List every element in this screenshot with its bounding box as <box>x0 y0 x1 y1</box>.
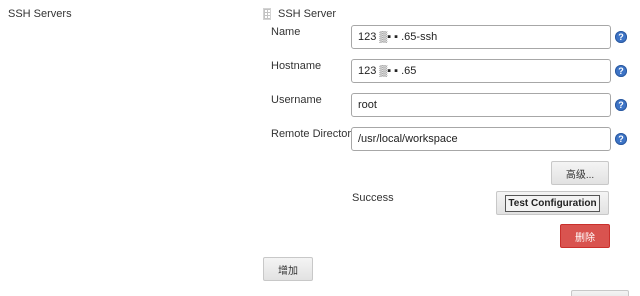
username-label: Username <box>271 94 322 106</box>
help-icon[interactable]: ? <box>615 99 627 111</box>
remote-directory-input[interactable]: /usr/local/workspace <box>351 127 611 151</box>
help-icon[interactable]: ? <box>615 133 627 145</box>
advanced-button[interactable]: 高级... <box>551 161 609 185</box>
ssh-server-header: SSH Server <box>263 8 336 20</box>
remote-directory-label: Remote Directory <box>271 128 357 140</box>
add-button[interactable]: 增加 <box>263 257 313 281</box>
section-label: SSH Servers <box>8 8 72 20</box>
grip-icon[interactable] <box>263 8 271 20</box>
ssh-server-title: SSH Server <box>278 8 337 20</box>
test-configuration-label: Test Configuration <box>505 194 600 212</box>
name-input[interactable]: 123 ▒▪ ▪ .65-ssh <box>351 25 611 49</box>
partial-bottom-button[interactable] <box>571 290 629 296</box>
delete-button[interactable]: 删除 <box>560 224 610 248</box>
name-label: Name <box>271 26 301 38</box>
username-input[interactable]: root <box>351 93 611 117</box>
hostname-label: Hostname <box>271 60 322 72</box>
ssh-servers-config: SSH Servers SSH Server Name 123 ▒▪ ▪ .65… <box>0 0 640 296</box>
help-icon[interactable]: ? <box>615 31 627 43</box>
status-text: Success <box>352 192 394 204</box>
test-configuration-button[interactable]: Test Configuration <box>496 191 609 215</box>
help-icon[interactable]: ? <box>615 65 627 77</box>
hostname-input[interactable]: 123 ▒▪ ▪ .65 <box>351 59 611 83</box>
